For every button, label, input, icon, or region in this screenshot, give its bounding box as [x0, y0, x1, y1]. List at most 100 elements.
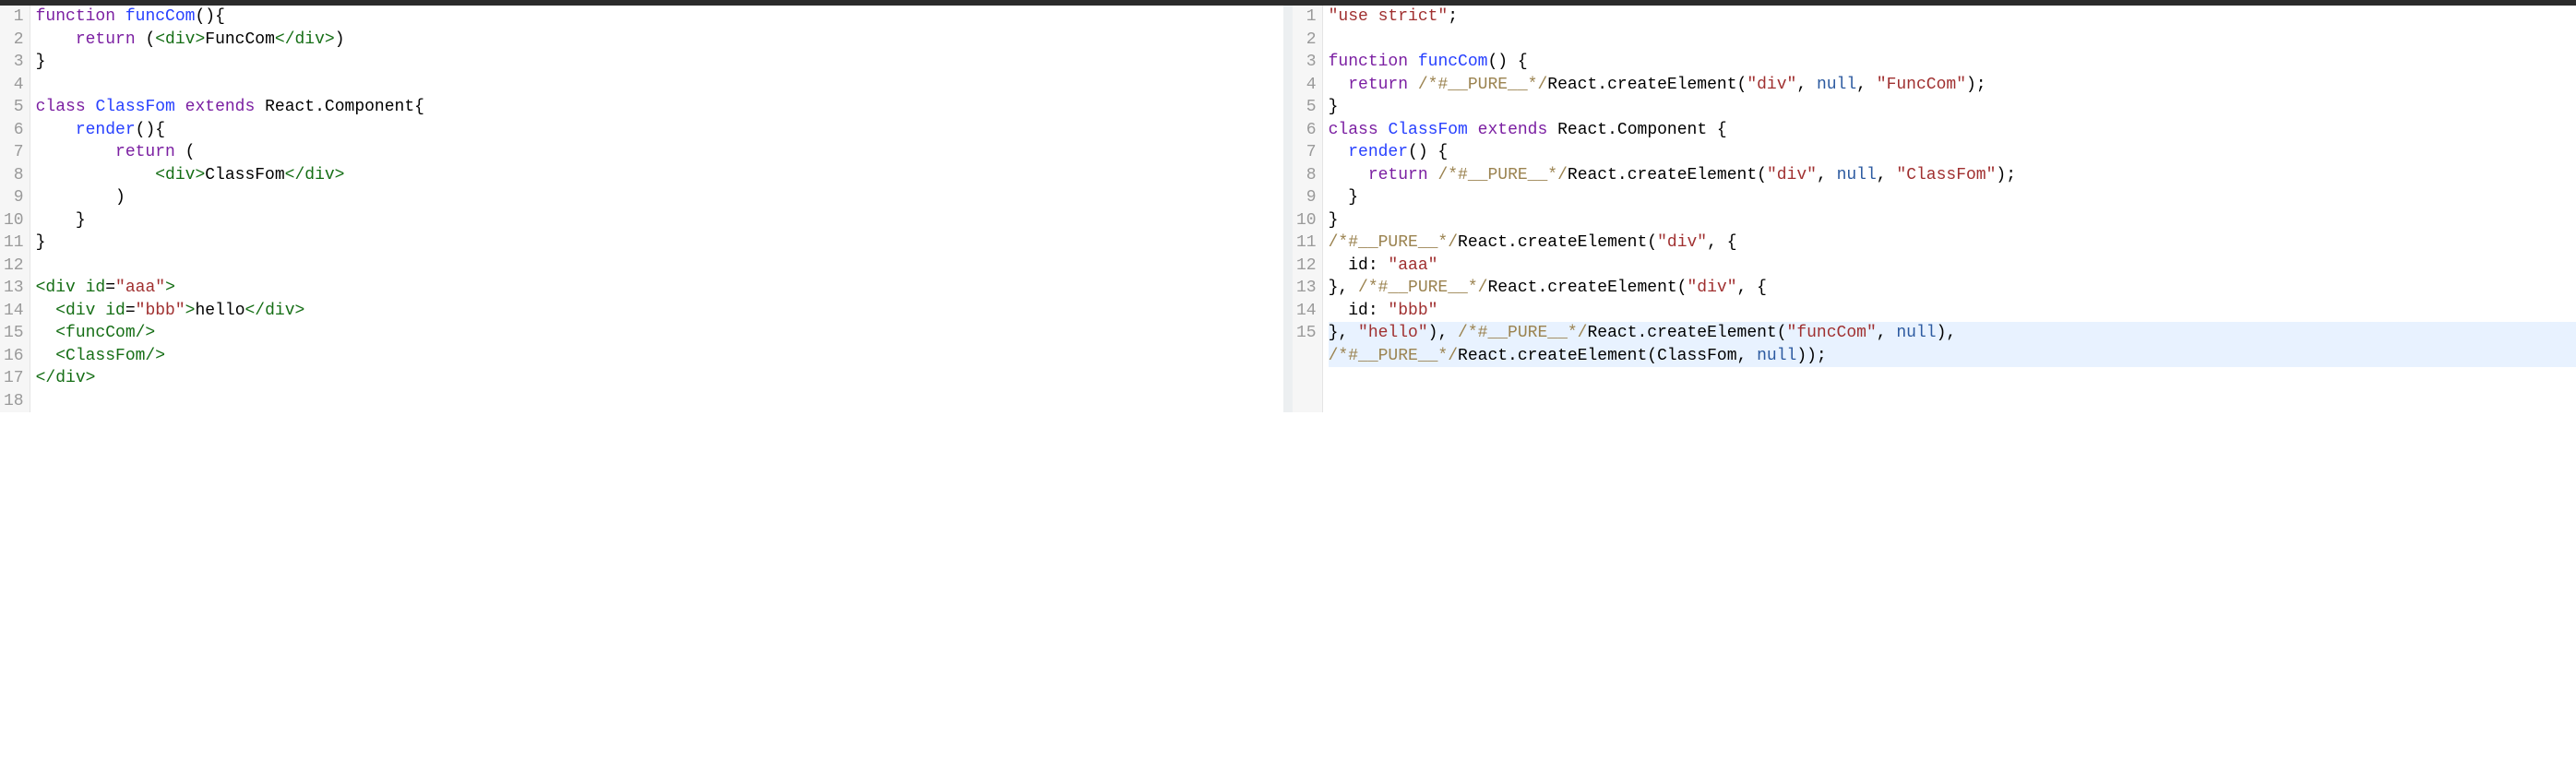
left-code-line[interactable] — [36, 390, 1283, 413]
left-code-line[interactable]: } — [36, 232, 1283, 255]
right-code-line[interactable]: class ClassFom extends React.Component { — [1329, 119, 2576, 142]
code-token: null — [1817, 76, 1856, 94]
code-token: /*#__PURE__*/ — [1458, 324, 1587, 342]
right-code-line[interactable] — [1329, 29, 2576, 52]
right-code-line[interactable]: } — [1329, 209, 2576, 232]
code-token: </div> — [36, 369, 96, 387]
code-token: id: — [1329, 302, 1389, 320]
code-token — [1428, 166, 1438, 184]
split-editor-container: 123456789101112131415161718 function fun… — [0, 6, 2576, 412]
code-token: function — [1329, 53, 1408, 71]
code-token: () { — [1487, 53, 1527, 71]
left-code-line[interactable]: render(){ — [36, 119, 1283, 142]
code-token: funcCom — [1418, 53, 1488, 71]
left-line-number: 15 — [4, 322, 24, 345]
code-token: "hello" — [1358, 324, 1428, 342]
right-code-line[interactable]: }, "hello"), /*#__PURE__*/React.createEl… — [1329, 322, 2576, 345]
left-line-number: 16 — [4, 345, 24, 368]
right-code-line[interactable]: return /*#__PURE__*/React.createElement(… — [1329, 164, 2576, 187]
code-token: "ClassFom" — [1896, 166, 1996, 184]
left-code-line[interactable]: <ClassFom/> — [36, 345, 1283, 368]
code-token: <div> — [155, 30, 205, 49]
left-gutter[interactable]: 123456789101112131415161718 — [0, 6, 30, 412]
right-code-line[interactable]: } — [1329, 186, 2576, 209]
left-code-line[interactable]: function funcCom(){ — [36, 6, 1283, 29]
right-code-line[interactable]: id: "aaa" — [1329, 255, 2576, 278]
code-token — [36, 302, 56, 320]
code-token: (){ — [195, 7, 234, 26]
right-line-number: 8 — [1296, 164, 1317, 187]
left-line-number: 7 — [4, 141, 24, 164]
pane-divider[interactable] — [1283, 6, 1293, 412]
right-code-line[interactable]: return /*#__PURE__*/React.createElement(… — [1329, 74, 2576, 97]
left-code-line[interactable]: </div> — [36, 367, 1283, 390]
left-code-line[interactable]: <div id="aaa"> — [36, 277, 1283, 300]
left-code-line[interactable]: <funcCom/> — [36, 322, 1283, 345]
left-code-line[interactable]: } — [36, 51, 1283, 74]
right-gutter[interactable]: 123456789101112131415 — [1293, 6, 1323, 412]
right-code-line[interactable]: render() { — [1329, 141, 2576, 164]
right-code-line[interactable]: /*#__PURE__*/React.createElement(ClassFo… — [1329, 345, 2576, 368]
code-token — [1329, 143, 1349, 161]
code-token — [36, 121, 76, 139]
right-code-line[interactable]: /*#__PURE__*/React.createElement("div", … — [1329, 232, 2576, 255]
right-code-line[interactable]: }, /*#__PURE__*/React.createElement("div… — [1329, 277, 2576, 300]
right-code-line[interactable]: id: "bbb" — [1329, 300, 2576, 323]
code-token: id — [86, 279, 106, 297]
left-code-line[interactable]: } — [36, 209, 1283, 232]
left-code-line[interactable]: return ( — [36, 141, 1283, 164]
code-token: "div" — [1657, 233, 1707, 252]
left-line-number: 6 — [4, 119, 24, 142]
code-token: /*#__PURE__*/ — [1329, 347, 1458, 365]
left-line-number: 10 — [4, 209, 24, 232]
code-token: React.createElement( — [1458, 233, 1657, 252]
code-token — [175, 98, 185, 116]
code-token: } — [36, 53, 46, 71]
code-token: <div — [55, 302, 105, 320]
right-code-line[interactable]: } — [1329, 96, 2576, 119]
left-line-number: 11 — [4, 232, 24, 255]
code-token: ClassFom — [1388, 121, 1467, 139]
code-token: ); — [1996, 166, 2016, 184]
code-token: /*#__PURE__*/ — [1418, 76, 1547, 94]
code-token: return — [76, 30, 136, 49]
right-line-number: 15 — [1296, 322, 1317, 345]
code-token: <funcCom/> — [55, 324, 155, 342]
code-token: <ClassFom/> — [55, 347, 165, 365]
right-line-number: 2 — [1296, 29, 1317, 52]
code-token: , — [1877, 324, 1897, 342]
left-line-number: 2 — [4, 29, 24, 52]
code-token: ClassFom — [205, 166, 284, 184]
right-code-line[interactable]: "use strict"; — [1329, 6, 2576, 29]
code-token: <div> — [155, 166, 205, 184]
code-token — [1329, 166, 1368, 184]
code-token: render — [1348, 143, 1408, 161]
code-token: "funcCom" — [1787, 324, 1877, 342]
right-code-line[interactable]: function funcCom() { — [1329, 51, 2576, 74]
left-code-line[interactable]: <div id="bbb">hello</div> — [36, 300, 1283, 323]
left-code-line[interactable]: return (<div>FuncCom</div>) — [36, 29, 1283, 52]
code-token: React.createElement(ClassFom, — [1458, 347, 1757, 365]
left-code-line[interactable]: <div>ClassFom</div> — [36, 164, 1283, 187]
right-line-number: 3 — [1296, 51, 1317, 74]
right-line-number: 5 — [1296, 96, 1317, 119]
left-code-line[interactable] — [36, 255, 1283, 278]
code-token: "bbb" — [1388, 302, 1437, 320]
code-token — [1408, 76, 1418, 94]
left-code-line[interactable]: ) — [36, 186, 1283, 209]
left-code-area[interactable]: function funcCom(){ return (<div>FuncCom… — [30, 6, 1283, 412]
code-token: /*#__PURE__*/ — [1437, 166, 1567, 184]
code-token: /*#__PURE__*/ — [1329, 233, 1458, 252]
code-token — [1329, 76, 1349, 94]
code-token — [36, 30, 76, 49]
code-token: id: — [1329, 256, 1389, 275]
code-token — [86, 98, 96, 116]
right-line-number: 14 — [1296, 300, 1317, 323]
right-code-area[interactable]: "use strict"; function funcCom() { retur… — [1323, 6, 2576, 412]
code-token: class — [1329, 121, 1378, 139]
left-code-line[interactable]: class ClassFom extends React.Component{ — [36, 96, 1283, 119]
left-line-number: 14 — [4, 300, 24, 323]
right-line-number: 1 — [1296, 6, 1317, 29]
left-code-line[interactable] — [36, 74, 1283, 97]
code-token: ( — [175, 143, 196, 161]
